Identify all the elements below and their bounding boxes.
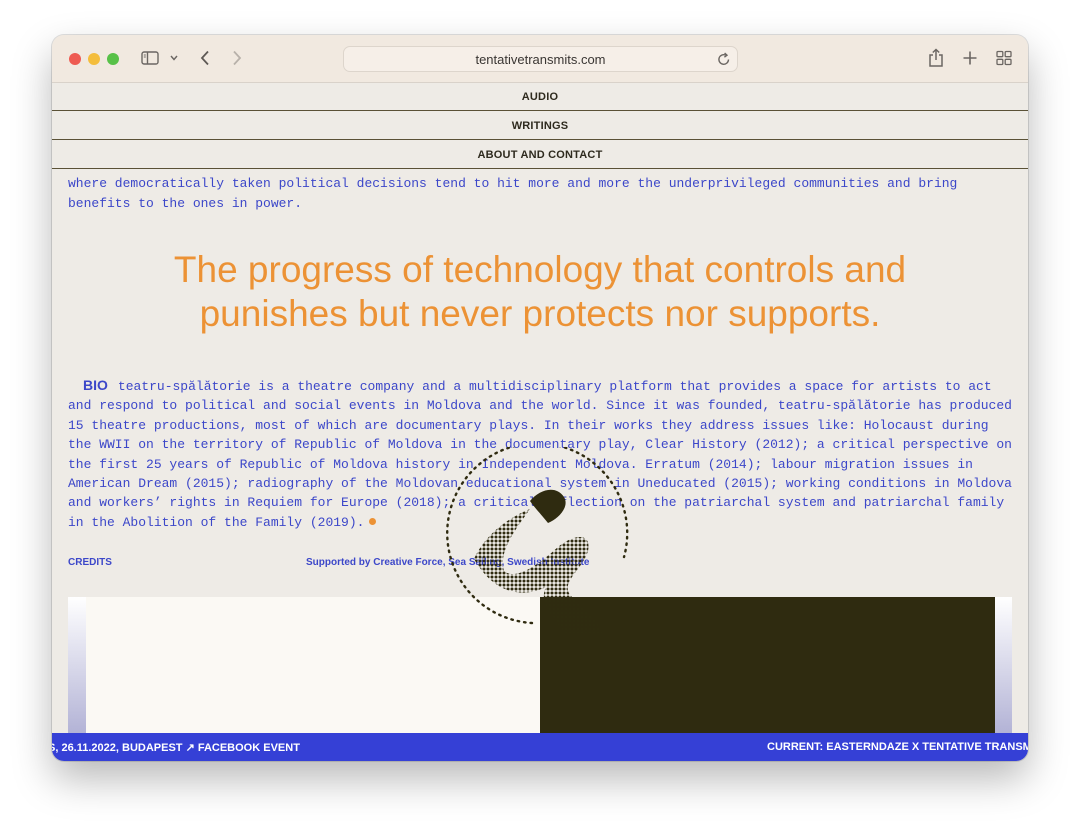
sidebar-icon[interactable] [140,47,160,69]
url-text: tentativetransmits.com [475,51,606,67]
back-icon[interactable] [196,47,214,69]
orange-dot-icon [369,517,377,525]
headline-quote: The progress of technology that controls… [52,248,1028,336]
credits-link[interactable]: CREDITS [68,557,112,568]
plus-icon[interactable] [960,47,980,69]
headline-line: punishes but never protects nor supports… [199,293,881,334]
nav-label: AUDIO [521,90,559,103]
nav-label: ABOUT AND CONTACT [477,148,603,161]
halftone-logo-icon [446,447,629,633]
address-bar[interactable]: tentativetransmits.com [343,46,738,72]
minimize-window-button[interactable] [88,53,100,65]
headline-line: The progress of technology that controls… [173,249,907,290]
chevron-down-icon[interactable] [168,47,180,69]
nav-item-about-and-contact[interactable]: ABOUT AND CONTACT [52,141,1028,169]
forward-icon[interactable] [228,47,246,69]
tabs-grid-icon[interactable] [994,47,1014,69]
ticker-left-text[interactable]: S, 26.11.2022, BUDAPEST ↗ FACEBOOK EVENT [52,741,300,754]
bio-label: BIO [83,377,108,393]
news-ticker[interactable]: S, 26.11.2022, BUDAPEST ↗ FACEBOOK EVENT… [52,733,1028,761]
nav-label: WRITINGS [511,119,569,132]
browser-window: tentativetransmits.com where democratica… [52,35,1028,761]
intro-paragraph: where democratically taken political dec… [68,174,1013,213]
nav-item-writings[interactable]: WRITINGS [52,112,1028,140]
media-gradient-left [68,597,86,733]
ticker-right-text[interactable]: CURRENT: EASTERNDAZE X TENTATIVE TRANSMI… [767,741,1028,753]
browser-toolbar: tentativetransmits.com [52,35,1028,83]
media-gradient-right [995,597,1012,733]
nav-item-audio[interactable]: AUDIO [52,83,1028,111]
reload-icon[interactable] [717,52,731,72]
intro-line: benefits to the ones in power. [68,195,303,211]
intro-line: where democratically taken political dec… [68,176,958,191]
zoom-window-button[interactable] [107,53,119,65]
share-icon[interactable] [926,47,946,69]
close-window-button[interactable] [69,53,81,65]
